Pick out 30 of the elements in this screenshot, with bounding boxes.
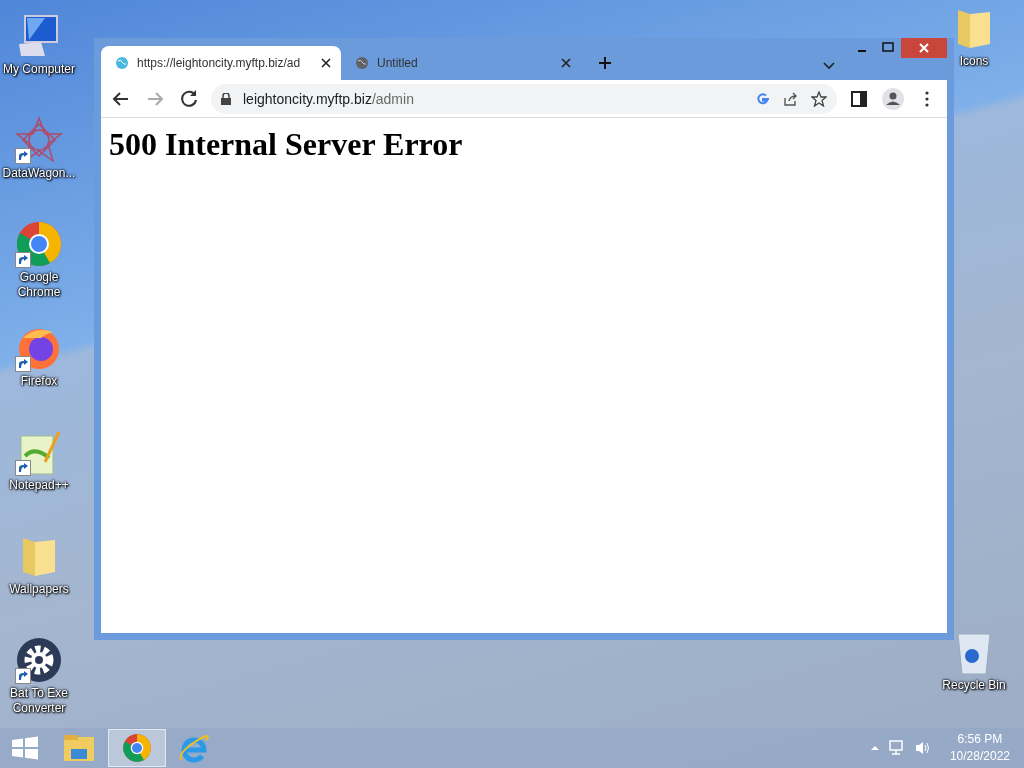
- close-icon[interactable]: [321, 58, 331, 68]
- desktop-icon-label[interactable]: Google Chrome: [0, 270, 78, 300]
- desktop-icon-label[interactable]: Firefox: [20, 374, 58, 389]
- profile-avatar-icon[interactable]: [881, 86, 905, 111]
- clock[interactable]: 6:56 PM 10/28/2022: [949, 731, 1010, 765]
- star-icon[interactable]: [811, 90, 827, 107]
- file-explorer-icon: [62, 733, 96, 763]
- share-icon[interactable]: [783, 90, 799, 107]
- browser-tab[interactable]: https://leightoncity.myftp.biz/ad: [101, 46, 341, 80]
- close-icon[interactable]: [561, 58, 571, 68]
- desktop-icon-label[interactable]: Wallpapers: [9, 582, 69, 597]
- desktop-icon-label[interactable]: Bat To Exe Converter: [0, 686, 78, 716]
- browser-tab[interactable]: Untitled: [341, 46, 581, 80]
- google-g-icon[interactable]: [755, 90, 771, 107]
- desktop-icon-label[interactable]: Recycle Bin: [942, 678, 1006, 693]
- lock-icon: [221, 92, 231, 105]
- globe-icon: [115, 56, 129, 70]
- globe-icon: [355, 56, 369, 70]
- desktop-icon-label[interactable]: My Computer: [3, 62, 75, 77]
- internet-explorer-icon: [178, 732, 212, 764]
- url-text: leightoncity.myftp.biz/admin: [243, 90, 415, 107]
- chrome-icon: [122, 733, 152, 763]
- error-heading: 500 Internal Server Error: [109, 126, 464, 163]
- desktop-icon-label[interactable]: DataWagon...: [2, 166, 76, 181]
- taskbar-app-button[interactable]: [108, 729, 166, 767]
- star-pattern-icon: [15, 116, 63, 164]
- caret-icon[interactable]: [823, 62, 835, 70]
- address-bar[interactable]: leightoncity.myftp.biz/admin: [211, 83, 837, 114]
- desktop-icon-label[interactable]: Notepad++: [9, 478, 69, 493]
- desktop-icon-label[interactable]: Icons: [959, 54, 989, 69]
